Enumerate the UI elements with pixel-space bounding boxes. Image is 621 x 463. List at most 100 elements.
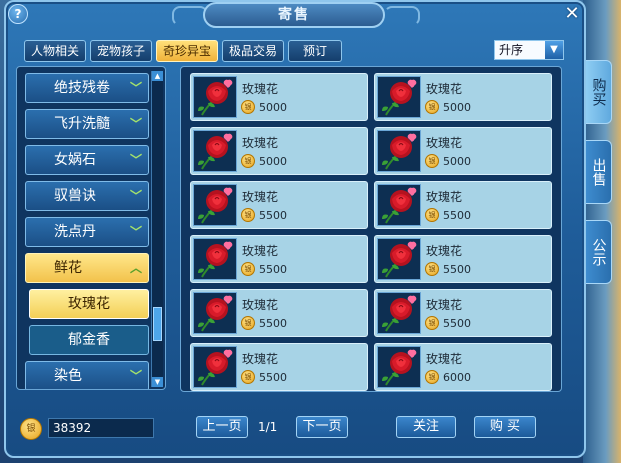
category-label: 女娲石 [54, 152, 96, 168]
category-label: 染色 [54, 368, 82, 384]
item-price: 5000 [443, 101, 471, 114]
item-name: 玫瑰花 [242, 190, 279, 204]
item-name: 玫瑰花 [426, 244, 463, 258]
close-button[interactable]: ✕ [562, 4, 582, 24]
scroll-up-arrow-icon[interactable]: ▲ [152, 71, 163, 81]
follow-button[interactable]: 关注 [396, 416, 456, 438]
item-card[interactable]: 玫瑰花银 5000 [374, 127, 552, 175]
item-price: 5000 [259, 155, 287, 168]
coin-icon: 银 [241, 370, 255, 384]
rose-item-icon [193, 292, 237, 334]
coin-icon: 银 [425, 154, 439, 168]
rose-item-icon [377, 346, 421, 388]
help-button[interactable]: ? [8, 4, 28, 24]
item-name: 玫瑰花 [426, 82, 463, 96]
buy-button[interactable]: 购 买 [474, 416, 536, 438]
coin-icon: 银 [241, 100, 255, 114]
tab-character[interactable]: 人物相关 [24, 40, 87, 62]
category-item-ascension[interactable]: 飞升洗髓 ﹀ [25, 109, 149, 139]
prev-page-button[interactable]: 上一页 [196, 416, 248, 438]
item-card[interactable]: 玫瑰花银 5000 [374, 73, 552, 121]
side-tab-label: 公示 [590, 238, 607, 266]
rose-item-icon [377, 130, 421, 172]
chevron-down-icon: ﹀ [129, 153, 142, 167]
rose-item-icon [193, 130, 237, 172]
item-name: 玫瑰花 [426, 136, 463, 150]
side-tab-announcement[interactable]: 公示 [586, 220, 612, 284]
category-tabs: 人物相关 宠物孩子 奇珍异宝 极品交易 预订 [24, 40, 343, 62]
item-name: 玫瑰花 [242, 82, 279, 96]
coin-icon: 银 [20, 418, 42, 440]
sort-select-value: 升序 [499, 43, 524, 57]
item-card[interactable]: 玫瑰花银 5500 [190, 181, 368, 229]
item-card[interactable]: 玫瑰花银 5000 [190, 73, 368, 121]
chevron-up-icon: ︿ [129, 261, 142, 275]
tab-premium-trade[interactable]: 极品交易 [222, 40, 285, 62]
scroll-thumb[interactable] [153, 307, 162, 341]
item-name: 玫瑰花 [426, 352, 463, 366]
category-item-skill-scrolls[interactable]: 绝技残卷 ﹀ [25, 73, 149, 103]
rose-item-icon [193, 346, 237, 388]
rose-item-icon [193, 184, 237, 226]
coin-icon: 银 [425, 100, 439, 114]
category-label: 鲜花 [54, 260, 82, 276]
rose-item-icon [193, 238, 237, 280]
next-page-button[interactable]: 下一页 [296, 416, 348, 438]
chevron-down-icon: ﹀ [129, 225, 142, 239]
chevron-down-icon[interactable]: ▼ [545, 41, 563, 59]
chevron-down-icon: ﹀ [129, 189, 142, 203]
item-card[interactable]: 玫瑰花银 5500 [374, 289, 552, 337]
tab-reservation[interactable]: 预订 [288, 40, 343, 62]
item-card[interactable]: 玫瑰花银 5500 [190, 343, 368, 391]
coin-icon: 银 [241, 262, 255, 276]
item-price: 5000 [259, 101, 287, 114]
item-card[interactable]: 玫瑰花银 5000 [190, 127, 368, 175]
side-tab-label: 购买 [590, 78, 607, 106]
category-scrollbar[interactable]: ▲ ▼ [151, 71, 163, 387]
coin-icon: 银 [241, 316, 255, 330]
currency-balance: 38392 [48, 418, 154, 438]
category-item-dye[interactable]: 染色 ﹀ [25, 361, 149, 389]
side-tab-label: 出售 [590, 158, 607, 186]
item-price: 5500 [443, 317, 471, 330]
category-item-flowers[interactable]: 鲜花 ︿ [25, 253, 149, 283]
tab-rare-treasures[interactable]: 奇珍异宝 [156, 40, 219, 62]
chevron-down-icon: ﹀ [129, 117, 142, 131]
tab-pets-children[interactable]: 宠物孩子 [90, 40, 153, 62]
item-card[interactable]: 玫瑰花银 6000 [374, 343, 552, 391]
item-price: 5500 [443, 263, 471, 276]
category-label: 绝技残卷 [54, 80, 110, 96]
item-name: 玫瑰花 [242, 298, 279, 312]
side-tab-sell[interactable]: 出售 [586, 140, 612, 204]
window-title: 寄售 [203, 2, 385, 28]
rose-item-icon [377, 238, 421, 280]
scroll-down-arrow-icon[interactable]: ▼ [152, 377, 163, 387]
coin-icon: 银 [425, 208, 439, 222]
item-name: 玫瑰花 [242, 136, 279, 150]
item-card[interactable]: 玫瑰花银 5500 [190, 289, 368, 337]
item-card[interactable]: 玫瑰花银 5500 [374, 235, 552, 283]
side-tab-buy[interactable]: 购买 [586, 60, 612, 124]
coin-icon: 银 [425, 316, 439, 330]
item-price: 5500 [443, 209, 471, 222]
item-card[interactable]: 玫瑰花银 5500 [190, 235, 368, 283]
item-price: 5500 [259, 371, 287, 384]
coin-icon: 银 [241, 208, 255, 222]
item-card[interactable]: 玫瑰花银 5500 [374, 181, 552, 229]
coin-icon: 银 [241, 154, 255, 168]
item-name: 玫瑰花 [242, 352, 279, 366]
category-item-nuwa-stone[interactable]: 女娲石 ﹀ [25, 145, 149, 175]
title-ornament-right [384, 6, 420, 26]
category-label: 洗点丹 [54, 224, 96, 240]
page-indicator: 1/1 [258, 420, 278, 434]
category-item-beast-taming[interactable]: 驭兽诀 ﹀ [25, 181, 149, 211]
item-name: 玫瑰花 [426, 190, 463, 204]
coin-icon: 银 [425, 370, 439, 384]
category-list: 绝技残卷 ﹀ 飞升洗髓 ﹀ 女娲石 ﹀ 驭兽诀 ﹀ 洗点丹 ﹀ 鲜花 ︿ 玫瑰花 郁金香 染… [16, 66, 166, 390]
category-item-reset-pill[interactable]: 洗点丹 ﹀ [25, 217, 149, 247]
subcategory-item-rose[interactable]: 玫瑰花 [29, 289, 149, 319]
sort-select[interactable]: 升序 ▼ [494, 40, 564, 60]
category-label: 飞升洗髓 [54, 116, 110, 132]
subcategory-item-tulip[interactable]: 郁金香 [29, 325, 149, 355]
item-price: 6000 [443, 371, 471, 384]
